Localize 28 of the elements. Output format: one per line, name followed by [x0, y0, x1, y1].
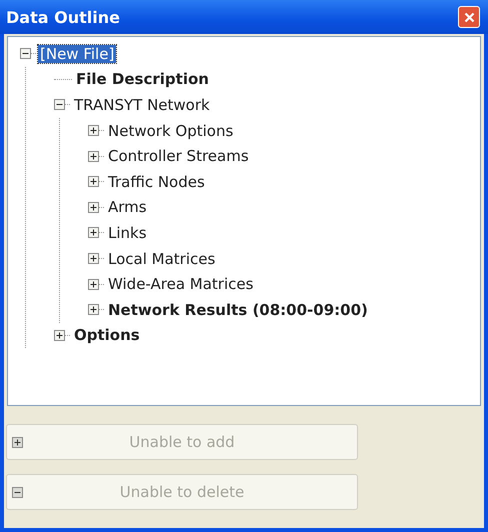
tree-item[interactable]: Arms [106, 198, 149, 216]
expand-icon[interactable] [88, 176, 99, 188]
tree-item[interactable]: Links [106, 224, 149, 242]
tree-item[interactable]: [New File] [38, 44, 116, 63]
minus-icon [12, 487, 23, 498]
expand-icon[interactable] [88, 253, 99, 264]
expand-icon[interactable] [88, 202, 99, 213]
tree-item[interactable]: Traffic Nodes [106, 172, 207, 191]
collapse-icon[interactable] [20, 48, 31, 60]
tree-item[interactable]: Wide-Area Matrices [106, 275, 256, 294]
collapse-icon[interactable] [54, 99, 65, 110]
tree-item[interactable]: Local Matrices [106, 250, 218, 268]
tree-item[interactable]: TRANSYT Network [72, 96, 212, 114]
plus-icon [12, 437, 23, 448]
expand-icon[interactable] [88, 304, 99, 316]
tree-item[interactable]: Options [72, 326, 142, 344]
window-title: Data Outline [6, 8, 120, 26]
tree-item[interactable]: Network Options [106, 122, 236, 140]
close-icon [464, 12, 474, 22]
expand-icon[interactable] [88, 278, 99, 290]
expand-icon[interactable] [88, 125, 99, 136]
tree-item[interactable]: Controller Streams [106, 147, 251, 166]
expand-icon[interactable] [88, 227, 99, 238]
tree-item[interactable]: File Description [74, 70, 211, 88]
expand-icon[interactable] [54, 330, 65, 341]
close-button[interactable] [458, 6, 480, 28]
expand-icon[interactable] [88, 150, 99, 162]
tree-item[interactable]: Network Results (08:00-09:00) [106, 300, 370, 319]
